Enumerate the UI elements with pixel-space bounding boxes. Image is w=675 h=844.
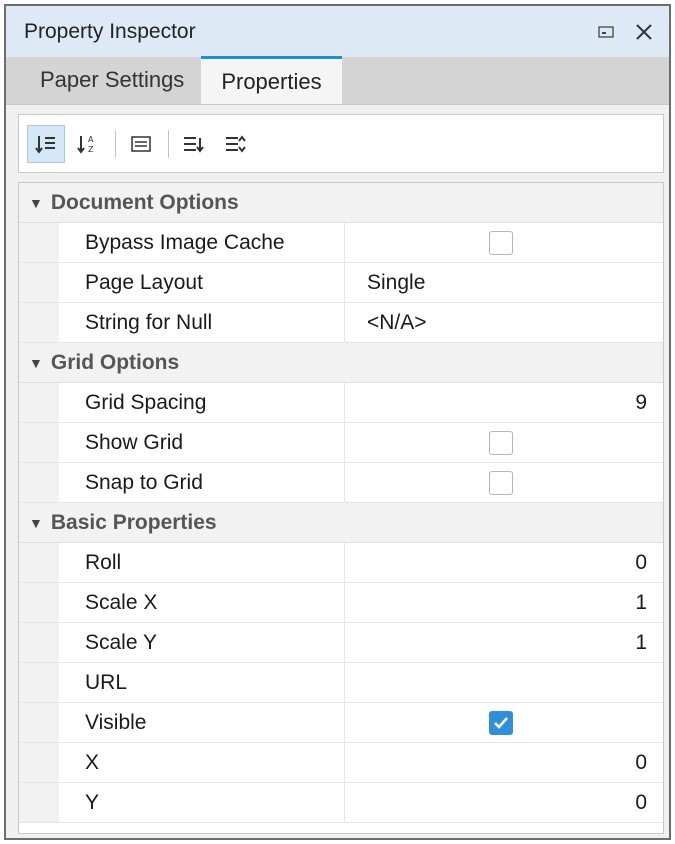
toolbar-divider xyxy=(115,129,116,158)
property-inspector-panel: Property Inspector Paper Settings Proper… xyxy=(4,4,671,840)
tab-bar: Paper Settings Properties xyxy=(6,56,669,105)
property-row: Snap to Grid xyxy=(19,463,663,503)
inspector-toolbar: A Z xyxy=(18,114,664,173)
property-value[interactable]: <N/A> xyxy=(345,303,663,342)
property-name: Grid Spacing xyxy=(59,383,345,422)
sort-categorized-icon[interactable] xyxy=(27,124,65,163)
close-icon[interactable] xyxy=(631,19,657,45)
property-value[interactable]: 1 xyxy=(345,583,663,622)
property-value-checkbox-cell[interactable] xyxy=(345,423,663,462)
toolbar-divider xyxy=(168,129,169,158)
checkbox[interactable] xyxy=(489,230,513,255)
property-row: Show Grid xyxy=(19,423,663,463)
property-value-checkbox-cell[interactable] xyxy=(345,703,663,742)
checkbox[interactable] xyxy=(489,470,513,495)
row-gutter xyxy=(19,463,59,502)
property-value-checkbox-cell[interactable] xyxy=(345,223,663,262)
panel-titlebar: Property Inspector xyxy=(6,6,669,57)
property-name: Y xyxy=(59,783,345,822)
property-name: Snap to Grid xyxy=(59,463,345,502)
property-name: Show Grid xyxy=(59,423,345,462)
property-row: Y0 xyxy=(19,783,663,823)
section-title: Basic Properties xyxy=(50,510,217,534)
row-gutter xyxy=(19,743,59,782)
svg-text:Z: Z xyxy=(88,145,94,154)
section-header[interactable]: ▼ Document Options xyxy=(19,183,663,223)
tab-properties[interactable]: Properties xyxy=(201,56,342,104)
row-gutter xyxy=(19,423,59,462)
property-value[interactable]: 0 xyxy=(345,543,663,582)
property-value[interactable]: 1 xyxy=(345,623,663,662)
collapse-all-icon[interactable] xyxy=(217,125,255,163)
property-name: Roll xyxy=(59,543,345,582)
property-grid: ▼ Document Options Bypass Image Cache Page … xyxy=(18,182,664,834)
tab-paper-settings[interactable]: Paper Settings xyxy=(6,56,201,104)
row-gutter xyxy=(19,623,59,662)
property-row: X0 xyxy=(19,743,663,783)
caret-down-icon[interactable]: ▼ xyxy=(29,515,43,531)
property-row: Scale X1 xyxy=(19,583,663,623)
expand-all-icon[interactable] xyxy=(175,125,213,163)
sort-alphabetical-icon[interactable]: A Z xyxy=(69,125,107,163)
property-name: Bypass Image Cache xyxy=(59,223,345,262)
caret-down-icon[interactable]: ▼ xyxy=(29,195,43,211)
property-name: Visible xyxy=(59,703,345,742)
property-name: Scale Y xyxy=(59,623,345,662)
row-gutter xyxy=(19,303,59,342)
property-row: Bypass Image Cache xyxy=(19,223,663,263)
property-value[interactable] xyxy=(345,663,663,702)
property-row: URL xyxy=(19,663,663,703)
caret-down-icon[interactable]: ▼ xyxy=(29,355,43,371)
row-gutter xyxy=(19,543,59,582)
section-title: Document Options xyxy=(50,190,239,214)
checkmark-icon xyxy=(494,716,508,729)
property-value-checkbox-cell[interactable] xyxy=(345,463,663,502)
property-row: Roll 0 xyxy=(19,543,663,583)
property-name: Scale X xyxy=(59,583,345,622)
row-gutter xyxy=(19,223,59,262)
property-row: Grid Spacing 9 xyxy=(19,383,663,423)
property-value[interactable]: 0 xyxy=(345,783,663,822)
property-row: Scale Y1 xyxy=(19,623,663,663)
checkbox[interactable] xyxy=(489,430,513,455)
property-row: Page Layout Single xyxy=(19,263,663,303)
checkbox[interactable] xyxy=(489,710,513,735)
property-pages-icon[interactable] xyxy=(122,125,160,163)
svg-text:A: A xyxy=(88,135,94,144)
row-gutter xyxy=(19,783,59,822)
panel-title: Property Inspector xyxy=(24,19,196,43)
restore-icon[interactable] xyxy=(593,19,619,45)
section-header[interactable]: ▼ Basic Properties xyxy=(19,503,663,543)
row-gutter xyxy=(19,383,59,422)
row-gutter xyxy=(19,703,59,742)
property-row: String for Null <N/A> xyxy=(19,303,663,343)
section-title: Grid Options xyxy=(50,350,180,374)
property-name: Page Layout xyxy=(59,263,345,302)
row-gutter xyxy=(19,263,59,302)
property-value[interactable]: 9 xyxy=(345,383,663,422)
property-name: String for Null xyxy=(59,303,345,342)
property-row: Visible xyxy=(19,703,663,743)
property-name: X xyxy=(59,743,345,782)
section-header[interactable]: ▼ Grid Options xyxy=(19,343,663,383)
property-value[interactable]: Single xyxy=(345,263,663,302)
property-name: URL xyxy=(59,663,345,702)
row-gutter xyxy=(19,663,59,702)
row-gutter xyxy=(19,583,59,622)
property-value[interactable]: 0 xyxy=(345,743,663,782)
